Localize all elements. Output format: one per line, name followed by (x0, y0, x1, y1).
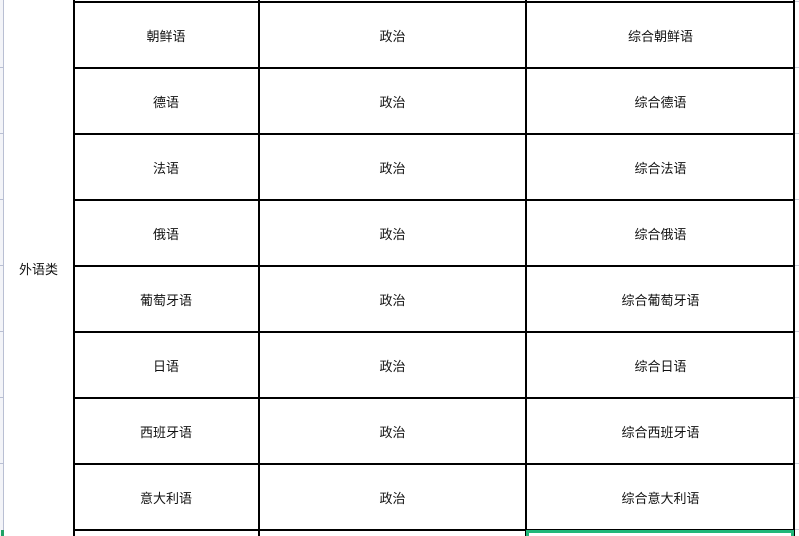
table-border (258, 0, 260, 536)
gridline (795, 199, 799, 200)
row-header-separator (0, 199, 3, 200)
language-cell[interactable]: 法语 (73, 134, 259, 200)
language-cell[interactable]: 德语 (73, 68, 259, 134)
subject-cell[interactable]: 政治 (259, 464, 526, 530)
table-border (73, 133, 795, 135)
subject-cell[interactable]: 政治 (259, 266, 526, 332)
language-cell[interactable]: 葡萄牙语 (73, 266, 259, 332)
table-row: 意大利语 政治 综合意大利语 (73, 464, 795, 530)
table-border (73, 397, 795, 399)
table-border (73, 463, 795, 465)
row-header-separator (0, 133, 3, 134)
subject-cell[interactable]: 政治 (259, 68, 526, 134)
language-cell[interactable]: 日语 (73, 332, 259, 398)
spreadsheet-view: 外语类 朝鲜语 政治 综合朝鲜语 德语 政治 综合德语 法语 政治 综合法语 俄… (0, 0, 799, 536)
table-border (73, 1, 795, 3)
table-border (73, 331, 795, 333)
subject-cell[interactable]: 政治 (259, 332, 526, 398)
exam-cell[interactable]: 综合日语 (526, 332, 795, 398)
exam-cell[interactable]: 综合德语 (526, 68, 795, 134)
gridline (795, 67, 799, 68)
active-cell-selection[interactable] (526, 530, 794, 536)
table-row: 葡萄牙语 政治 综合葡萄牙语 (73, 266, 795, 332)
gridline (795, 331, 799, 332)
exam-cell[interactable]: 综合葡萄牙语 (526, 266, 795, 332)
gridline (795, 397, 799, 398)
language-cell[interactable]: 朝鲜语 (73, 2, 259, 68)
row-header-separator (0, 331, 3, 332)
exam-cell[interactable]: 综合俄语 (526, 200, 795, 266)
table-border (73, 265, 795, 267)
table-border (73, 199, 795, 201)
subject-cell[interactable]: 政治 (259, 134, 526, 200)
row-header-separator (0, 265, 3, 266)
gridline (795, 1, 799, 2)
table-row: 朝鲜语 政治 综合朝鲜语 (73, 2, 795, 68)
table-row: 俄语 政治 综合俄语 (73, 200, 795, 266)
category-cell[interactable]: 外语类 (4, 0, 73, 536)
gridline (795, 463, 799, 464)
row-header-separator (0, 463, 3, 464)
table-row: 日语 政治 综合日语 (73, 332, 795, 398)
table-border (73, 67, 795, 69)
subject-cell[interactable]: 政治 (259, 2, 526, 68)
gridline (795, 265, 799, 266)
subject-cell[interactable]: 政治 (259, 398, 526, 464)
row-header-separator (0, 67, 3, 68)
language-cell[interactable]: 西班牙语 (73, 398, 259, 464)
exam-cell[interactable]: 综合法语 (526, 134, 795, 200)
table-row: 德语 政治 综合德语 (73, 68, 795, 134)
exam-cell[interactable]: 综合意大利语 (526, 464, 795, 530)
table-row: 西班牙语 政治 综合西班牙语 (73, 398, 795, 464)
table-border (793, 0, 795, 536)
exam-cell[interactable]: 综合朝鲜语 (526, 2, 795, 68)
table-border (525, 0, 527, 536)
language-cell[interactable]: 意大利语 (73, 464, 259, 530)
language-cell[interactable]: 俄语 (73, 200, 259, 266)
gridline (795, 133, 799, 134)
subject-cell[interactable]: 政治 (259, 200, 526, 266)
exam-cell[interactable]: 综合西班牙语 (526, 398, 795, 464)
row-header-separator (0, 397, 3, 398)
table-row: 法语 政治 综合法语 (73, 134, 795, 200)
gridline (795, 529, 799, 530)
table-border (73, 0, 75, 536)
